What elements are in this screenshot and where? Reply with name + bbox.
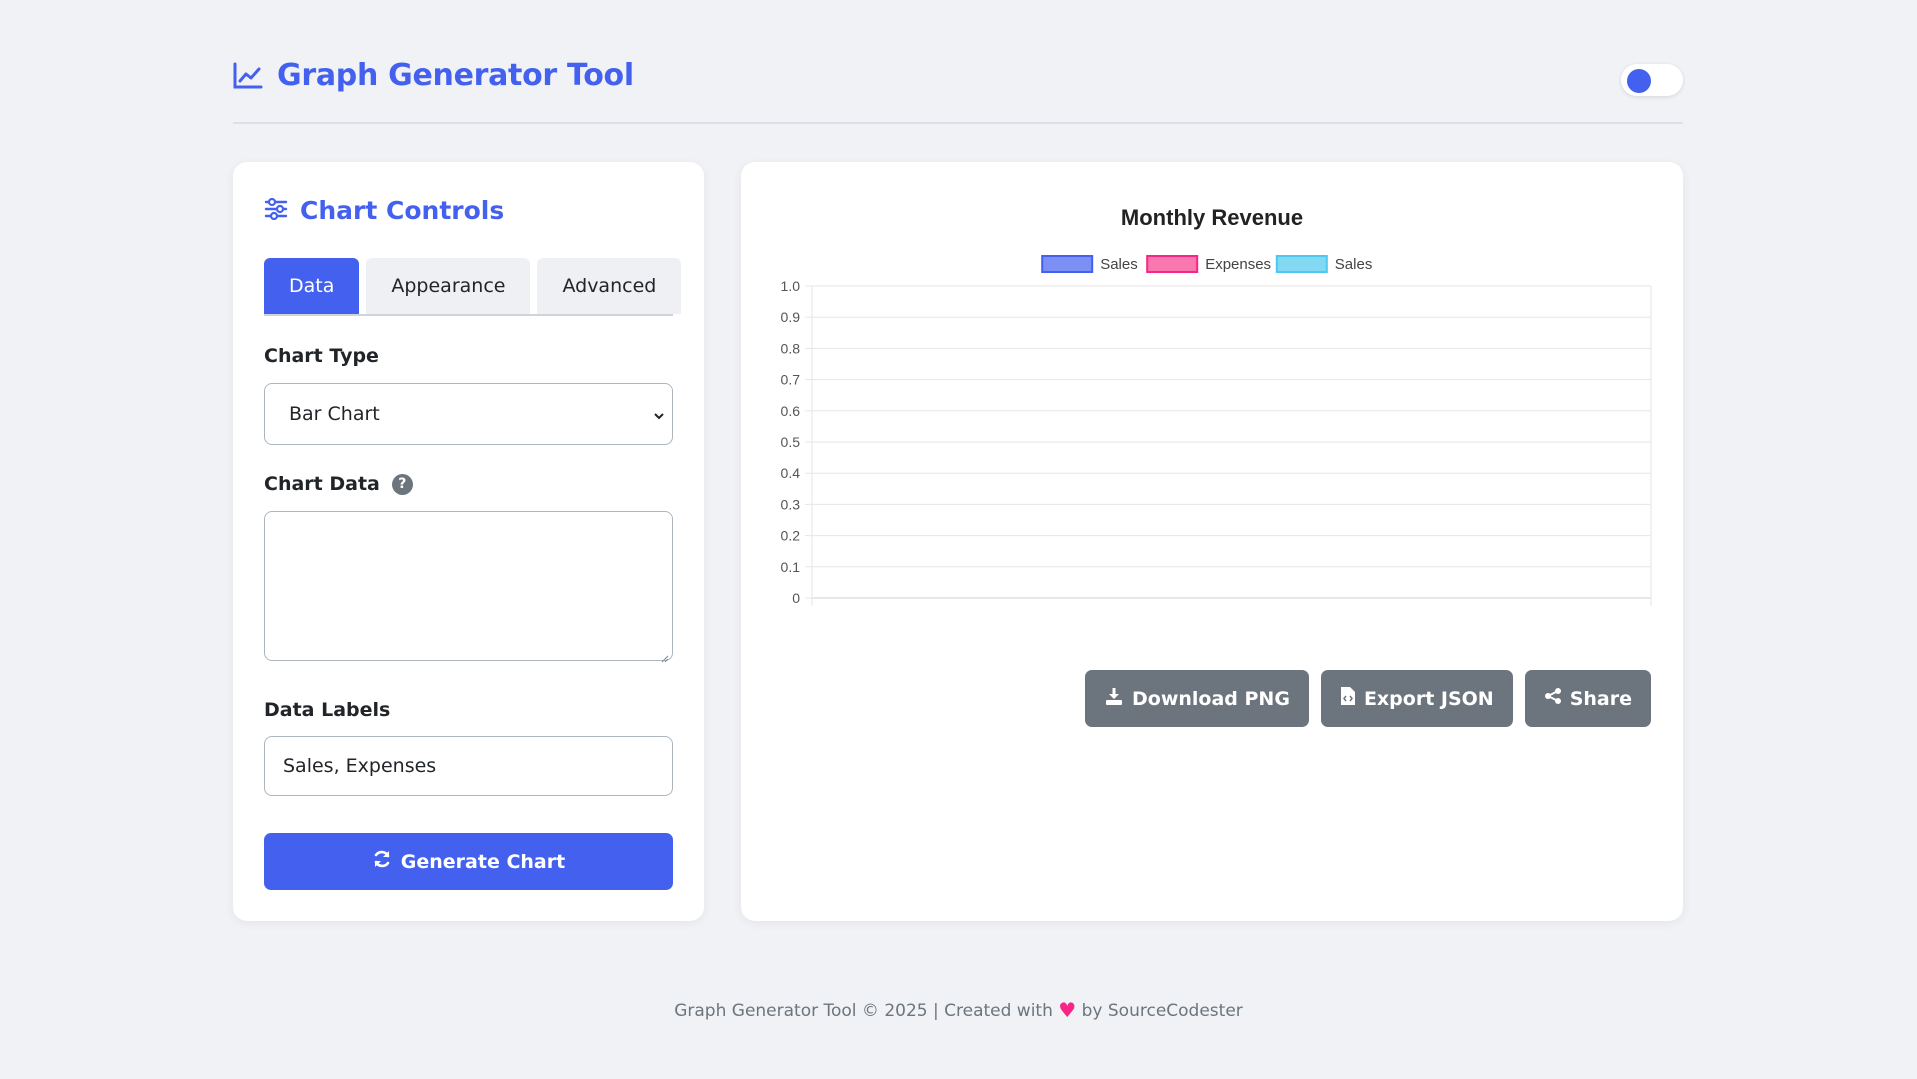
chart-data-label-text: Chart Data bbox=[264, 473, 380, 495]
legend-label: Sales bbox=[1335, 256, 1373, 273]
refresh-icon bbox=[372, 849, 392, 874]
footer-suffix: by SourceCodester bbox=[1081, 1001, 1243, 1021]
data-labels-input[interactable] bbox=[264, 736, 673, 796]
generate-chart-button[interactable]: Generate Chart bbox=[264, 833, 673, 890]
resize-handle-icon[interactable] bbox=[659, 647, 669, 663]
y-tick-label: 0.2 bbox=[781, 528, 801, 544]
legend-swatch bbox=[1275, 255, 1328, 273]
export-json-label: Export JSON bbox=[1363, 687, 1494, 710]
legend-swatch bbox=[1041, 255, 1094, 273]
app-title: Graph Generator Tool bbox=[277, 58, 634, 93]
y-tick-label: 0.7 bbox=[781, 372, 801, 388]
theme-toggle-knob bbox=[1627, 69, 1651, 93]
tab-data[interactable]: Data bbox=[264, 258, 360, 314]
export-json-button[interactable]: Export JSON bbox=[1320, 670, 1513, 727]
legend-label: Sales bbox=[1100, 256, 1138, 273]
chart-type-value: Bar Chart bbox=[289, 403, 380, 425]
download-png-button[interactable]: Download PNG bbox=[1085, 670, 1309, 727]
y-tick-label: 0.8 bbox=[781, 340, 801, 356]
download-icon bbox=[1104, 686, 1124, 711]
y-tick-label: 0.1 bbox=[781, 559, 801, 575]
y-tick-label: 0.9 bbox=[781, 309, 801, 325]
y-tick-label: 0.5 bbox=[781, 434, 801, 450]
help-icon[interactable]: ? bbox=[391, 473, 413, 495]
share-icon bbox=[1544, 687, 1562, 710]
y-tick-label: 0.4 bbox=[781, 465, 801, 481]
chart-data-textarea[interactable] bbox=[264, 511, 673, 663]
chevron-down-icon bbox=[652, 406, 666, 428]
chart-canvas: Monthly Revenue Sales Expenses Sales 1.0 0.9 0… bbox=[781, 205, 1652, 606]
chart-data-label: Chart Data ? bbox=[264, 473, 413, 495]
chart-preview-panel: Monthly Revenue Sales Expenses Sales 1.0 0.9 0… bbox=[741, 162, 1683, 921]
file-code-icon bbox=[1340, 686, 1356, 711]
data-labels-label: Data Labels bbox=[264, 699, 390, 721]
theme-toggle[interactable] bbox=[1621, 64, 1683, 96]
data-labels-label-text: Data Labels bbox=[264, 699, 391, 721]
page-header: Graph Generator Tool bbox=[233, 52, 1683, 124]
panel-title-text: Chart Controls bbox=[300, 196, 505, 225]
tab-advanced[interactable]: Advanced bbox=[537, 258, 682, 314]
sliders-icon bbox=[264, 197, 288, 224]
y-tick-label: 0.3 bbox=[781, 496, 801, 512]
chart-type-label-text: Chart Type bbox=[264, 345, 379, 367]
tab-appearance[interactable]: Appearance bbox=[366, 258, 531, 314]
chart-actions: Download PNG Export JSON Share bbox=[1085, 670, 1651, 727]
panel-title: Chart Controls bbox=[264, 196, 504, 225]
page-footer: Graph Generator Tool © 2025 | Created wi… bbox=[0, 998, 1917, 1022]
control-tabs: Data Appearance Advanced bbox=[264, 258, 682, 316]
generate-chart-label: Generate Chart bbox=[400, 850, 566, 873]
download-png-label: Download PNG bbox=[1132, 687, 1290, 710]
chart-type-label: Chart Type bbox=[264, 345, 379, 367]
footer-prefix: Graph Generator Tool © 2025 | Created wi… bbox=[674, 1001, 1053, 1021]
y-tick-label: 0.6 bbox=[781, 403, 801, 419]
y-tick-label: 0 bbox=[792, 590, 800, 606]
chart-type-select[interactable]: Bar Chart bbox=[264, 383, 673, 445]
heart-icon: ♥ bbox=[1058, 998, 1077, 1022]
brand: Graph Generator Tool bbox=[233, 58, 634, 93]
share-button[interactable]: Share bbox=[1524, 670, 1651, 727]
share-label: Share bbox=[1569, 687, 1632, 710]
chart-title: Monthly Revenue bbox=[1121, 205, 1303, 230]
y-tick-label: 1.0 bbox=[781, 278, 801, 294]
legend-label: Expenses bbox=[1205, 256, 1271, 273]
legend-swatch bbox=[1146, 255, 1199, 273]
line-chart-icon bbox=[233, 62, 263, 90]
chart-controls-panel: Chart Controls Data Appearance Advanced … bbox=[233, 162, 704, 921]
